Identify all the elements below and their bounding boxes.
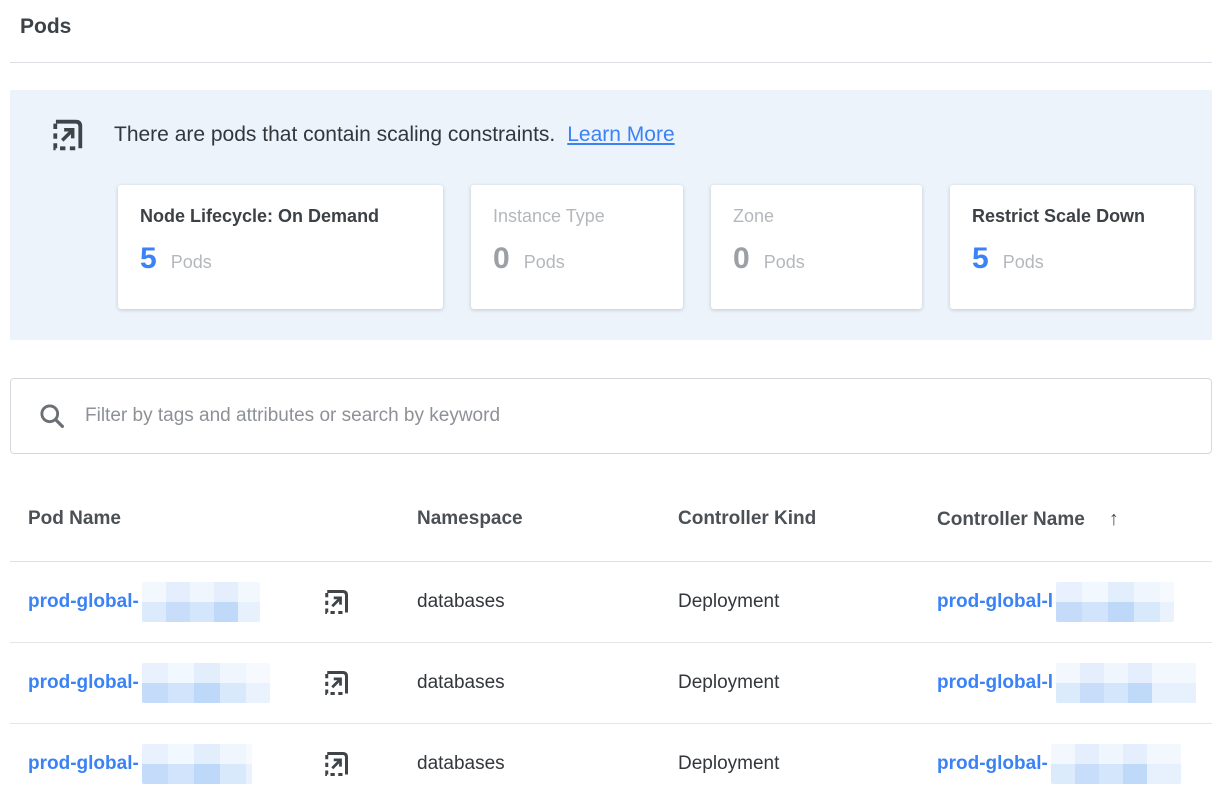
controller-kind-cell: Deployment (678, 591, 937, 613)
card-restrict-scale-down[interactable]: Restrict Scale Down 5 Pods (950, 185, 1194, 309)
title-divider (10, 62, 1212, 63)
banner-message: There are pods that contain scaling cons… (114, 123, 555, 146)
card-unit: Pods (764, 252, 805, 273)
redacted-controller-name (1056, 582, 1174, 622)
pod-name-link[interactable]: prod-global- (28, 591, 139, 613)
controller-kind-cell: Deployment (678, 672, 937, 694)
redacted-controller-name (1056, 663, 1196, 703)
namespace-cell: databases (417, 591, 678, 613)
pods-table: Pod Name Namespace Controller Kind Contr… (10, 454, 1212, 804)
table-row: prod-global- databases Deployment prod-g… (10, 562, 1212, 643)
scale-down-prevention-icon (48, 116, 86, 154)
pod-name-link[interactable]: prod-global- (28, 753, 139, 775)
card-zone[interactable]: Zone 0 Pods (711, 185, 922, 309)
sort-ascending-icon: ↑ (1109, 508, 1119, 531)
pod-name-link[interactable]: prod-global- (28, 672, 139, 694)
namespace-cell: databases (417, 753, 678, 775)
search-input[interactable] (85, 405, 1193, 427)
column-header-namespace[interactable]: Namespace (417, 508, 678, 531)
column-header-controller-name[interactable]: Controller Name (937, 509, 1085, 531)
controller-name-link[interactable]: prod-global- (937, 753, 1048, 775)
card-instance-type[interactable]: Instance Type 0 Pods (471, 185, 683, 309)
card-unit: Pods (524, 252, 565, 273)
external-link-icon[interactable] (321, 668, 351, 698)
table-header-row: Pod Name Namespace Controller Kind Contr… (10, 454, 1212, 562)
filter-search-bar (10, 378, 1212, 454)
redacted-pod-name (142, 744, 252, 784)
card-count: 0 (493, 242, 510, 276)
card-node-lifecycle-on-demand[interactable]: Node Lifecycle: On Demand 5 Pods (118, 185, 443, 309)
column-header-pod-name[interactable]: Pod Name (28, 508, 417, 531)
external-link-icon[interactable] (321, 587, 351, 617)
learn-more-link[interactable]: Learn More (567, 123, 674, 146)
constraint-cards: Node Lifecycle: On Demand 5 Pods Instanc… (118, 185, 1212, 309)
card-unit: Pods (1003, 252, 1044, 273)
redacted-pod-name (142, 582, 260, 622)
card-title: Restrict Scale Down (972, 206, 1172, 227)
card-count: 5 (972, 242, 989, 276)
column-header-controller-kind[interactable]: Controller Kind (678, 508, 937, 531)
table-row: prod-global- databases Deployment prod-g… (10, 643, 1212, 724)
card-title: Zone (733, 206, 900, 227)
table-row: prod-global- databases Deployment prod-g… (10, 724, 1212, 804)
controller-kind-cell: Deployment (678, 753, 937, 775)
controller-name-link[interactable]: prod-global-l (937, 672, 1053, 694)
namespace-cell: databases (417, 672, 678, 694)
card-title: Instance Type (493, 206, 661, 227)
external-link-icon[interactable] (321, 749, 351, 779)
card-unit: Pods (171, 252, 212, 273)
scaling-constraints-banner: There are pods that contain scaling cons… (10, 90, 1212, 340)
controller-name-link[interactable]: prod-global-l (937, 591, 1053, 613)
card-count: 5 (140, 242, 157, 276)
redacted-controller-name (1051, 744, 1181, 784)
redacted-pod-name (142, 663, 270, 703)
card-count: 0 (733, 242, 750, 276)
search-icon (37, 401, 67, 431)
page-title: Pods (20, 14, 1222, 40)
card-title: Node Lifecycle: On Demand (140, 206, 421, 227)
